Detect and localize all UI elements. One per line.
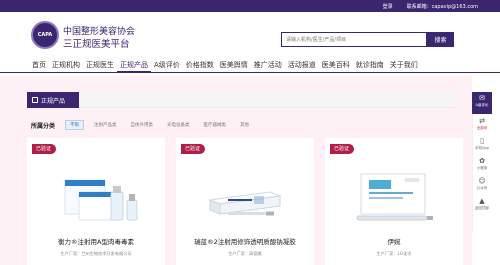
filter-option[interactable]: 自体外用类 (127, 121, 158, 129)
filter-title: 所属分类 (31, 122, 56, 130)
verified-badge: 已验证 (32, 144, 57, 154)
search-input[interactable] (281, 32, 427, 47)
sidebar-item-label: 小程序 (476, 166, 488, 170)
product-name[interactable]: 伊婉 (325, 236, 463, 246)
sidebar-item-label: 全部问 (476, 126, 488, 130)
nav-divider (0, 72, 500, 73)
top-bar: 登录 联系邮箱：capavip@163.com (0, 0, 500, 12)
sidebar-item-label: 公众号 (476, 186, 488, 190)
nav-item[interactable]: 正规机构 (49, 59, 83, 72)
nav-item[interactable]: 关于我们 (387, 59, 421, 72)
product-name[interactable]: 衡力®注射用A型肉毒毒素 (27, 236, 165, 246)
filter-option[interactable]: 不限 (65, 120, 85, 130)
refresh-icon: ⇄ (479, 117, 485, 125)
top-icon: ▲ (479, 197, 485, 205)
filter-option[interactable]: 注射产品类 (90, 121, 121, 129)
product-manufacturer: 生产厂家：LG化学 (376, 251, 412, 256)
category-filter: 所属分类 不限 注射产品类 自体外用类 光电设备类 医疗器械类 其他 (31, 120, 259, 130)
main-nav: 首页 正规机构 正规医生 正规产品 A级评价 价格指数 医美舆情 推广活动 活动报道 医美百科 就诊… (29, 59, 421, 72)
nav-item[interactable]: 就诊指南 (353, 59, 387, 72)
nav-item[interactable]: 推广活动 (251, 59, 285, 72)
section-title: 正规产品 (41, 97, 66, 105)
nav-item[interactable]: 医美舆情 (217, 59, 251, 72)
message-icon: ✉ (479, 94, 485, 102)
product-manufacturer: 生产厂家：高德美 (228, 251, 262, 256)
filter-option[interactable]: 医疗器械类 (200, 121, 231, 129)
sidebar-item[interactable]: ▲ 返回顶部 (472, 196, 492, 214)
sidebar-item[interactable]: ✿ 小程序 (472, 156, 492, 174)
section-bar (27, 92, 456, 108)
login-link[interactable]: 登录 (383, 3, 393, 10)
sidebar-item-label: 返回顶部 (475, 206, 489, 210)
page: { "topbar": { "login": "登录", "contact": … (0, 0, 500, 265)
nav-item[interactable]: 活动报道 (285, 59, 319, 72)
sidebar-a-rating[interactable]: ✉ A级评价 (472, 92, 492, 114)
sidebar-item[interactable]: ▯ 手机App (472, 136, 492, 154)
section-tab-products[interactable]: 正规产品 (27, 92, 79, 108)
product-card[interactable]: 已验证 伊婉 生产厂家：LG化学 (325, 138, 463, 265)
wechat-icon: ☺ (478, 177, 486, 185)
product-card[interactable]: 已验证 瑞蓝®2注射用修饰透明质酸钠凝胶 生产厂家：高德美 (176, 138, 314, 265)
sidebar-item[interactable]: ☺ 公众号 (472, 176, 492, 194)
contact-email: 联系邮箱：capavip@163.com (406, 3, 478, 10)
nav-item[interactable]: 首页 (29, 59, 49, 72)
verified-badge: 已验证 (181, 144, 206, 154)
sidebar-item[interactable]: ⇄ 全部问 (472, 116, 492, 134)
sidebar-item-label: 手机App (475, 146, 489, 150)
verified-badge: 已验证 (330, 144, 355, 154)
capa-logo[interactable]: CAPA (31, 21, 59, 49)
nav-item[interactable]: 价格指数 (183, 59, 217, 72)
nav-item[interactable]: 医美百科 (319, 59, 353, 72)
product-name[interactable]: 瑞蓝®2注射用修饰透明质酸钠凝胶 (176, 236, 314, 246)
mini-program-icon: ✿ (479, 157, 485, 165)
site-title-line2: 三正规医美平台 (63, 39, 130, 50)
product-image (208, 191, 282, 216)
filter-option[interactable]: 光电设备类 (163, 121, 194, 129)
product-image (356, 173, 433, 221)
filter-option[interactable]: 其他 (236, 121, 253, 129)
product-manufacturer: 生产厂家：兰州生物技术开发有限公司 (60, 251, 132, 256)
nav-item[interactable]: A级评价 (151, 59, 183, 72)
sidebar-head-label: A级评价 (475, 103, 489, 107)
search-button[interactable]: 搜索 (427, 32, 454, 47)
nav-item[interactable]: 正规医生 (83, 59, 117, 72)
product-image (64, 179, 138, 221)
phone-icon: ▯ (480, 137, 484, 145)
product-card[interactable]: 已验证 衡力®注射用A型肉毒毒素 生产厂家：兰州生物技术开发有限公司 (27, 138, 165, 265)
grid-icon (32, 97, 38, 103)
nav-item[interactable]: 正规产品 (117, 59, 151, 72)
